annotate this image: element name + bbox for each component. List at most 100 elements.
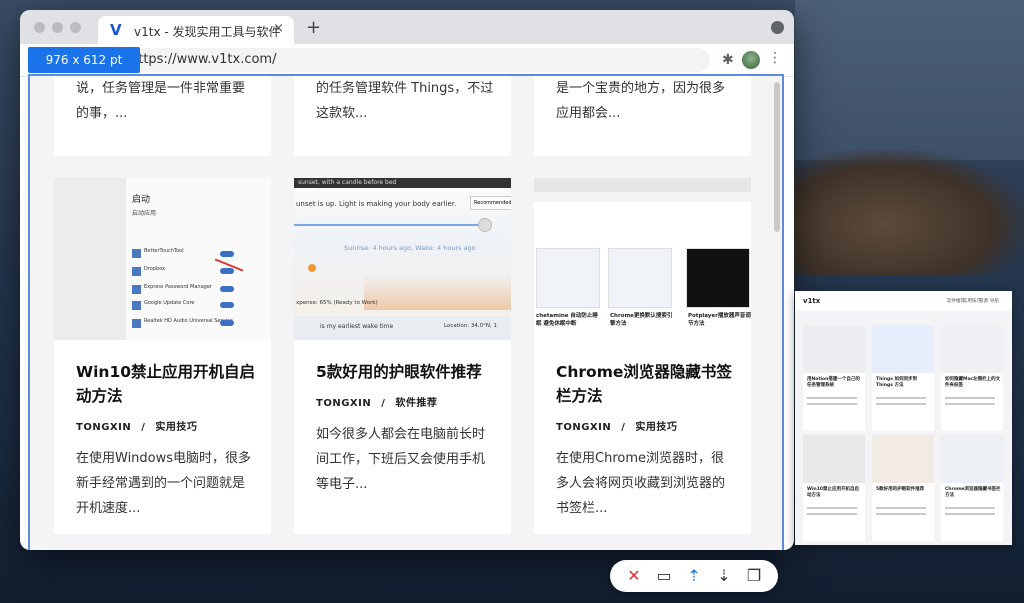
- post-excerpt: 的任务管理软件 Things，不过这款软...: [316, 81, 494, 121]
- thumb-recommended-button: Recommended: [470, 196, 511, 210]
- preview-text-line: [807, 513, 857, 515]
- preview-thumb: [872, 435, 934, 483]
- preview-card: 用Notion搭建一个自己的任务管理系统: [803, 325, 865, 431]
- preview-text-line: [807, 403, 857, 405]
- preview-card-title: 如何隐藏Mac左侧栏上的文件夹标签: [945, 377, 1001, 388]
- site-favicon-icon: V: [110, 21, 122, 39]
- download-icon[interactable]: ⇣: [712, 564, 736, 588]
- app-icon: [132, 301, 141, 310]
- thumb-caption: Chrome更换默认搜索引擎方法: [610, 313, 673, 327]
- browser-menu-icon[interactable]: ⋮: [768, 50, 782, 66]
- cancel-capture-icon[interactable]: ✕: [622, 564, 646, 588]
- thumb-topbar: sunset, with a candle before bed: [294, 178, 511, 188]
- desktop-rock: [792, 150, 1024, 275]
- post-card[interactable]: sunset, with a candle before bed unset i…: [294, 178, 511, 534]
- screenshot-preview[interactable]: v1tx 软件推荐 实用技巧 资源 导航 用Notion搭建一个自己的任务管理系…: [795, 291, 1012, 545]
- preview-text-line: [876, 507, 926, 509]
- thumb-tabbar: [534, 178, 751, 192]
- sun-dot-icon: [308, 264, 316, 272]
- meta-separator: /: [141, 422, 146, 433]
- post-category[interactable]: 软件推荐: [395, 398, 437, 409]
- preview-content: 用Notion搭建一个自己的任务管理系统 Things 如何同步到 Things…: [795, 311, 1012, 545]
- thumb-headline: unset is up. Light is making your body e…: [296, 200, 457, 208]
- preview-thumb: [803, 435, 865, 483]
- post-title[interactable]: Chrome浏览器隐藏书签栏方法: [556, 360, 736, 408]
- viewport-size-badge: 976 x 612 pt: [28, 47, 140, 73]
- app-icon: [132, 319, 141, 328]
- post-author[interactable]: TONGXIN: [76, 422, 131, 433]
- post-title[interactable]: Win10禁止应用开机自启动方法: [76, 360, 256, 408]
- profile-avatar[interactable]: [742, 51, 760, 69]
- preview-card: Chrome浏览器隐藏书签栏方法: [941, 435, 1003, 541]
- post-excerpt: 说，任务管理是一件非常重要的事，...: [76, 81, 246, 121]
- minimize-window-button[interactable]: [52, 22, 63, 33]
- preview-text-line: [945, 507, 995, 509]
- thumb-bookmarks-bar: [534, 192, 751, 202]
- meta-separator: /: [621, 422, 626, 433]
- thumb-caption: Potplayer播放器声音调节方法: [688, 313, 751, 327]
- scrollbar-thumb[interactable]: [774, 82, 780, 232]
- post-thumbnail[interactable]: sunset, with a candle before bed unset i…: [294, 178, 511, 340]
- post-category[interactable]: 实用技巧: [635, 422, 677, 433]
- extensions-puzzle-icon[interactable]: ✱: [722, 52, 734, 68]
- address-bar[interactable]: https://www.v1tx.com/: [120, 48, 710, 72]
- preview-text-line: [945, 397, 995, 399]
- window-menu-icon[interactable]: [771, 21, 784, 34]
- app-icon: [132, 285, 141, 294]
- thumb-slider-knob: [478, 218, 492, 232]
- preview-nav-item: 导航: [990, 299, 999, 304]
- post-card-partial[interactable]: 是一个宝贵的地方，因为很多应用都会...: [534, 76, 751, 156]
- app-icon: [132, 249, 141, 258]
- thumb-screenshot: [608, 248, 672, 308]
- close-window-button[interactable]: [34, 22, 45, 33]
- post-excerpt: 在使用Windows电脑时，很多新手经常遇到的一个问题就是开机速度...: [76, 451, 252, 516]
- preview-thumb: [803, 325, 865, 373]
- upload-icon[interactable]: ⇡: [682, 564, 706, 588]
- browser-tab[interactable]: V v1tx - 发现实用工具与软件 ×: [98, 16, 294, 44]
- post-card-partial[interactable]: 的任务管理软件 Things，不过这款软...: [294, 76, 511, 156]
- preview-text-line: [807, 397, 857, 399]
- thumb-slider: [294, 224, 484, 226]
- post-author[interactable]: TONGXIN: [316, 398, 371, 409]
- preview-text-line: [945, 513, 995, 515]
- post-card-partial[interactable]: 说，任务管理是一件非常重要的事，...: [54, 76, 271, 156]
- post-thumbnail[interactable]: 启动 启动应用 BetterTouchTool Dropbox Express …: [54, 178, 271, 340]
- tab-close-icon[interactable]: ×: [273, 21, 284, 36]
- thumb-subheading: 启动应用: [132, 210, 157, 217]
- copy-icon[interactable]: ❐: [742, 564, 766, 588]
- preview-card: 如何隐藏Mac左侧栏上的文件夹标签: [941, 325, 1003, 431]
- thumb-sunrise: Sunrise: 4 hours ago, Wake: 4 hours ago: [344, 244, 476, 252]
- preview-nav-item: 资源: [979, 299, 988, 304]
- preview-card: 5款好用的护眼软件推荐: [872, 435, 934, 541]
- new-tab-button[interactable]: +: [306, 17, 321, 38]
- post-meta: TONGXIN / 实用技巧: [556, 418, 677, 433]
- toggle-icon: [220, 320, 234, 326]
- post-thumbnail[interactable]: chetamine 自动防止睡眠 避免休眠中断 Chrome更换默认搜索引擎方法…: [534, 178, 751, 340]
- preview-card-title: 5款好用的护眼软件推荐: [876, 487, 925, 492]
- post-author[interactable]: TONGXIN: [556, 422, 611, 433]
- desktop-sky: [795, 0, 1024, 160]
- post-meta: TONGXIN / 软件推荐: [316, 394, 437, 409]
- preview-card-title: 用Notion搭建一个自己的任务管理系统: [807, 377, 860, 388]
- page-viewport: 说，任务管理是一件非常重要的事，... 的任务管理软件 Things，不过这款软…: [28, 74, 784, 550]
- meta-separator: /: [381, 398, 386, 409]
- preview-card-title: Things 如何同步到 Things 方法: [876, 377, 917, 388]
- preview-card: Win10禁止应用开机自启动方法: [803, 435, 865, 541]
- post-category[interactable]: 实用技巧: [155, 422, 197, 433]
- post-excerpt: 是一个宝贵的地方，因为很多应用都会...: [556, 81, 726, 121]
- thumb-curve: [364, 274, 511, 310]
- page-scrollbar[interactable]: [772, 76, 782, 550]
- capture-action-bar: ✕ ▭ ⇡ ⇣ ❐: [610, 560, 778, 592]
- post-excerpt: 如今很多人都会在电脑前长时间工作，下班后又会使用手机等电子...: [316, 427, 486, 492]
- browser-window: V v1tx - 发现实用工具与软件 × + https://www.v1tx.…: [20, 10, 794, 550]
- zoom-window-button[interactable]: [70, 22, 81, 33]
- thumb-heading: 启动: [132, 195, 151, 205]
- post-card[interactable]: 启动 启动应用 BetterTouchTool Dropbox Express …: [54, 178, 271, 534]
- window-capture-icon[interactable]: ▭: [652, 564, 676, 588]
- preview-logo: v1tx: [803, 297, 821, 305]
- post-title[interactable]: 5款好用的护眼软件推荐: [316, 360, 496, 384]
- preview-text-line: [807, 507, 857, 509]
- preview-text-line: [876, 403, 926, 405]
- post-excerpt: 在使用Chrome浏览器时，很多人会将网页收藏到浏览器的书签栏...: [556, 451, 726, 516]
- post-card[interactable]: chetamine 自动防止睡眠 避免休眠中断 Chrome更换默认搜索引擎方法…: [534, 178, 751, 534]
